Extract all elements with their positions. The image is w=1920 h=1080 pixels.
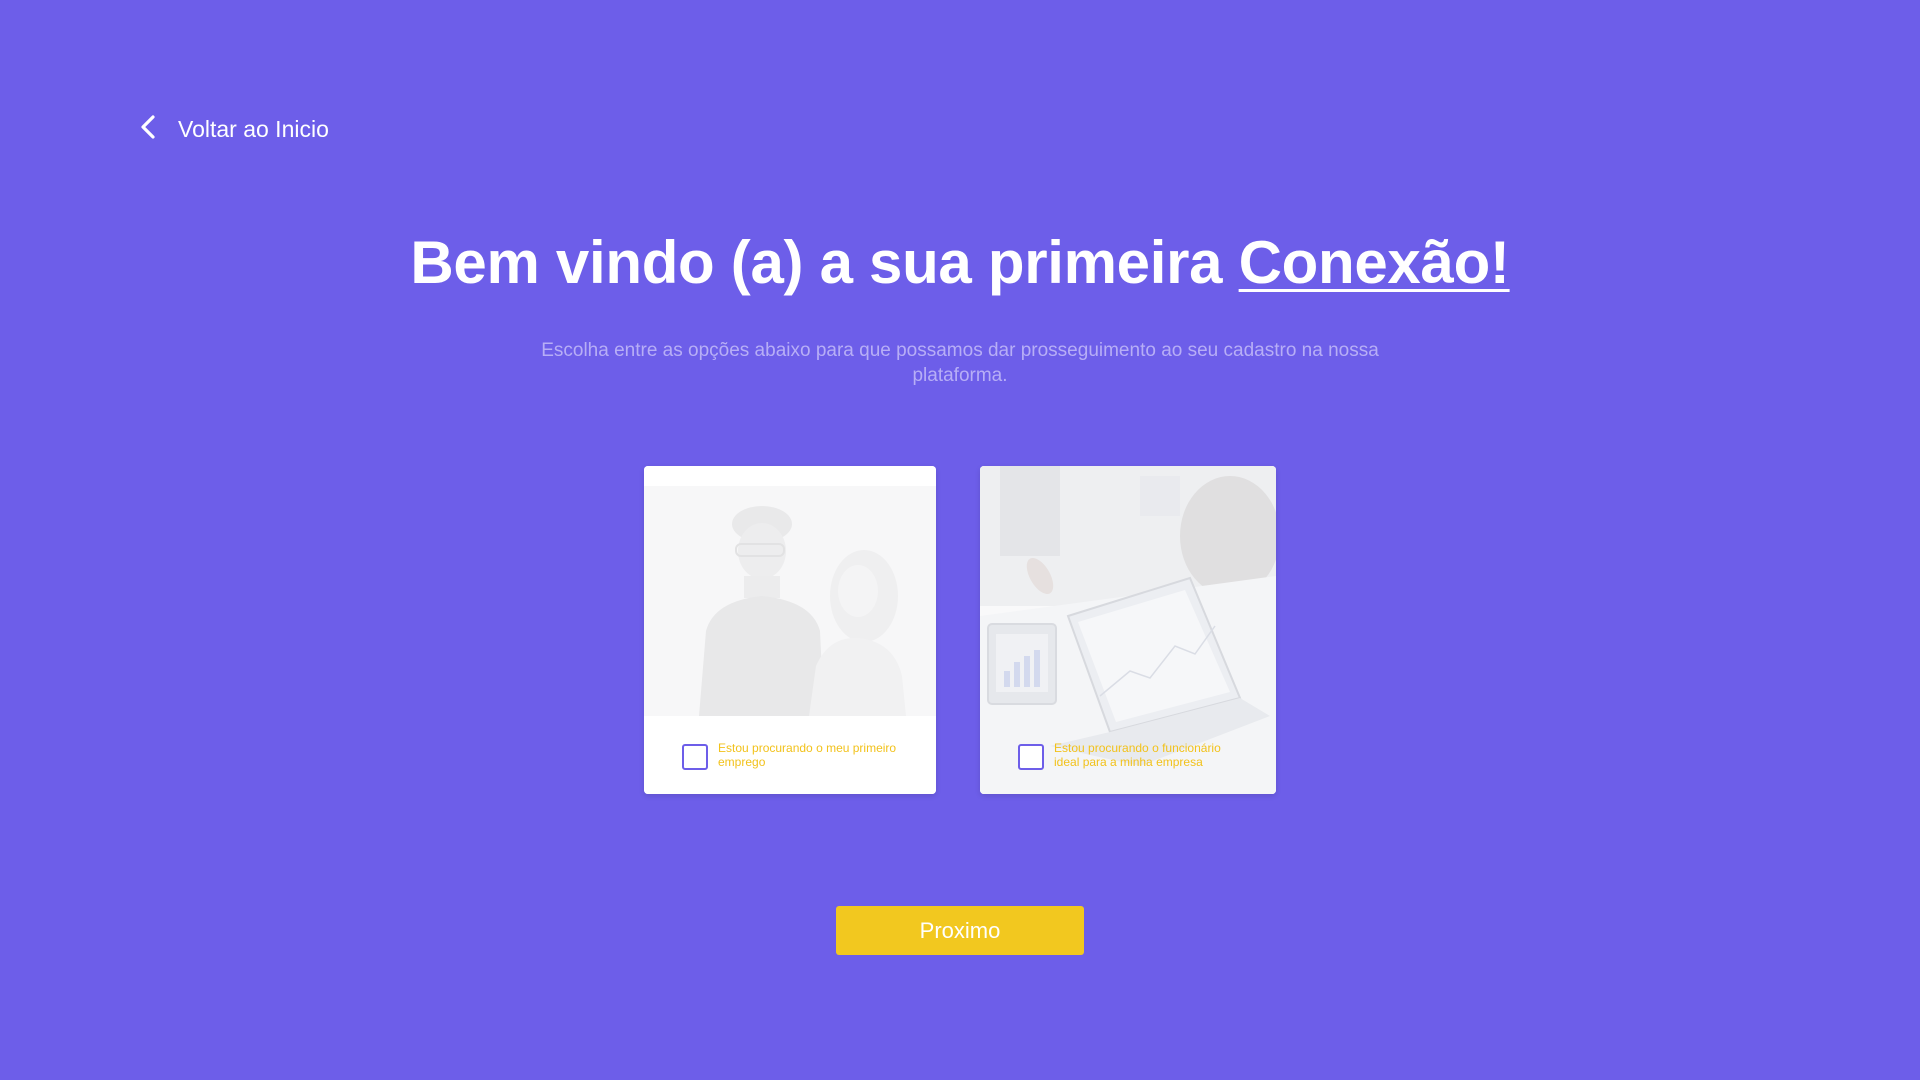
back-to-home-link[interactable]: Voltar ao Inicio	[138, 112, 329, 147]
hire-employee-option-label: Estou procurando o funcionário ideal par…	[1054, 741, 1221, 769]
page-subtitle: Escolha entre as opções abaixo para que …	[541, 340, 1379, 386]
first-job-checkbox[interactable]	[682, 744, 708, 770]
option-card-first-job[interactable]: Estou procurando o meu primeiro emprego	[644, 466, 936, 794]
page-title-highlight[interactable]: Conexão!	[1239, 229, 1510, 296]
option-row: Estou procurando o funcionário ideal par…	[1018, 741, 1234, 770]
page-title-main: Bem vindo (a) a sua primeira	[410, 229, 1239, 296]
option-card-hire-employee[interactable]: Estou procurando o funcionário ideal par…	[980, 466, 1276, 794]
back-link-label: Voltar ao Inicio	[178, 116, 329, 142]
hire-employee-checkbox[interactable]	[1018, 744, 1044, 770]
chevron-left-icon	[138, 112, 160, 147]
first-job-option-label: Estou procurando o meu primeiro emprego	[718, 741, 897, 769]
next-button[interactable]: Proximo	[836, 906, 1084, 955]
option-row: Estou procurando o meu primeiro emprego	[682, 741, 898, 770]
page-title: Bem vindo (a) a sua primeira Conexão!	[0, 228, 1920, 297]
